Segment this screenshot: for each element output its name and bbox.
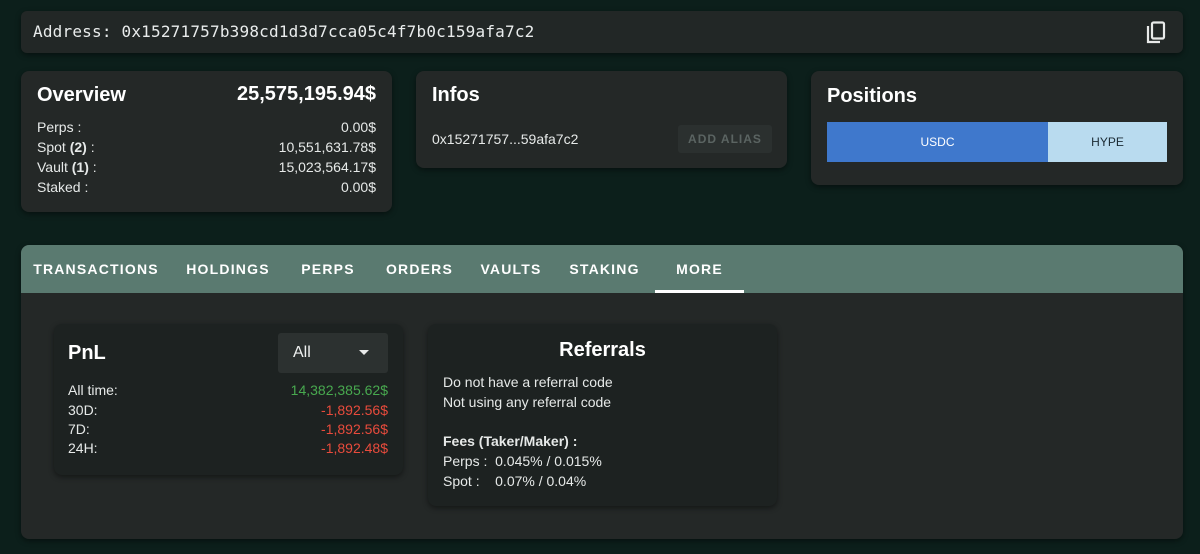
positions-usdc-button[interactable]: USDC bbox=[827, 122, 1048, 162]
pnl-row-24h: 24H: -1,892.48$ bbox=[68, 440, 388, 460]
caret-down-icon bbox=[359, 350, 369, 355]
tab-active-indicator bbox=[655, 290, 744, 293]
pnl-row-all-time: All time: 14,382,385.62$ bbox=[68, 382, 388, 402]
fees-heading: Fees (Taker/Maker) : bbox=[443, 433, 578, 449]
overview-row-vault: Vault (1) : 15,023,564.17$ bbox=[37, 159, 376, 179]
referral-usage-status: Not using any referral code bbox=[443, 394, 612, 410]
overview-row-label: Staked : bbox=[37, 179, 89, 195]
pnl-row-value: 14,382,385.62$ bbox=[290, 382, 388, 398]
overview-card: Overview 25,575,195.94$ Perps : 0.00$ Sp… bbox=[21, 71, 392, 212]
overview-row-count: (1) bbox=[71, 159, 89, 175]
referral-code-status: Do not have a referral code bbox=[443, 374, 613, 390]
tab-holdings[interactable]: HOLDINGS bbox=[171, 245, 285, 293]
add-alias-button[interactable]: ADD ALIAS bbox=[678, 125, 772, 153]
infos-short-address: 0x15271757...59afa7c2 bbox=[432, 131, 579, 147]
pnl-period-select[interactable]: All bbox=[278, 333, 388, 373]
copy-icon[interactable] bbox=[1145, 21, 1167, 45]
pnl-row-label: 24H: bbox=[68, 440, 98, 456]
infos-card: Infos 0x15271757...59afa7c2 bbox=[416, 71, 787, 168]
overview-row-spot: Spot (2) : 10,551,631.78$ bbox=[37, 139, 376, 159]
overview-title: Overview bbox=[37, 84, 126, 106]
address-value: 0x15271757b398cd1d3d7cca05c4f7b0c159afa7… bbox=[121, 22, 535, 41]
overview-row-value: 15,023,564.17$ bbox=[278, 159, 376, 175]
overview-row-value: 0.00$ bbox=[340, 119, 376, 135]
pnl-row-label: All time: bbox=[68, 382, 118, 398]
pnl-row-label: 30D: bbox=[68, 402, 98, 418]
pnl-row-value: -1,892.48$ bbox=[321, 440, 388, 456]
overview-row-label: Spot (2) : bbox=[37, 139, 95, 155]
overview-row-label: Vault (1) : bbox=[37, 159, 97, 175]
pnl-period-value: All bbox=[293, 344, 311, 361]
positions-hype-button[interactable]: HYPE bbox=[1048, 122, 1167, 162]
overview-row-staked: Staked : 0.00$ bbox=[37, 179, 376, 199]
pnl-card: PnL All All time: 14,382,385.62$ 30D: -1… bbox=[54, 324, 403, 475]
pnl-row-value: -1,892.56$ bbox=[321, 402, 388, 418]
overview-row-value: 10,551,631.78$ bbox=[278, 139, 376, 155]
overview-row-value: 0.00$ bbox=[340, 179, 376, 195]
infos-title: Infos bbox=[432, 84, 480, 106]
referrals-title: Referrals bbox=[559, 339, 646, 361]
fees-perps: Perps : 0.045% / 0.015% bbox=[443, 453, 602, 469]
tab-bar: TRANSACTIONS HOLDINGS PERPS ORDERS VAULT… bbox=[21, 245, 1183, 293]
overview-row-perps: Perps : 0.00$ bbox=[37, 119, 376, 139]
fees-spot: Spot : 0.07% / 0.04% bbox=[443, 473, 587, 489]
tab-perps[interactable]: PERPS bbox=[285, 245, 371, 293]
pnl-row-30d: 30D: -1,892.56$ bbox=[68, 402, 388, 422]
pnl-row-7d: 7D: -1,892.56$ bbox=[68, 421, 388, 441]
pnl-row-label: 7D: bbox=[68, 421, 90, 437]
address-text: Address: 0x15271757b398cd1d3d7cca05c4f7b… bbox=[33, 22, 535, 41]
positions-toggle: USDC HYPE bbox=[827, 122, 1167, 162]
address-bar: Address: 0x15271757b398cd1d3d7cca05c4f7b… bbox=[21, 11, 1183, 53]
positions-title: Positions bbox=[827, 85, 918, 107]
positions-card: Positions USDC HYPE bbox=[811, 71, 1183, 185]
tab-vaults[interactable]: VAULTS bbox=[468, 245, 554, 293]
pnl-title: PnL bbox=[68, 342, 106, 364]
tab-more[interactable]: MORE bbox=[655, 245, 744, 293]
tab-staking[interactable]: STAKING bbox=[554, 245, 655, 293]
pnl-row-value: -1,892.56$ bbox=[321, 421, 388, 437]
overview-total: 25,575,195.94$ bbox=[236, 83, 376, 105]
address-label: Address: bbox=[33, 22, 112, 41]
referrals-card: Referrals Do not have a referral code No… bbox=[428, 324, 777, 506]
tab-transactions[interactable]: TRANSACTIONS bbox=[21, 245, 171, 293]
overview-row-label: Perps : bbox=[37, 119, 82, 135]
overview-row-count: (2) bbox=[69, 139, 87, 155]
tab-orders[interactable]: ORDERS bbox=[371, 245, 468, 293]
